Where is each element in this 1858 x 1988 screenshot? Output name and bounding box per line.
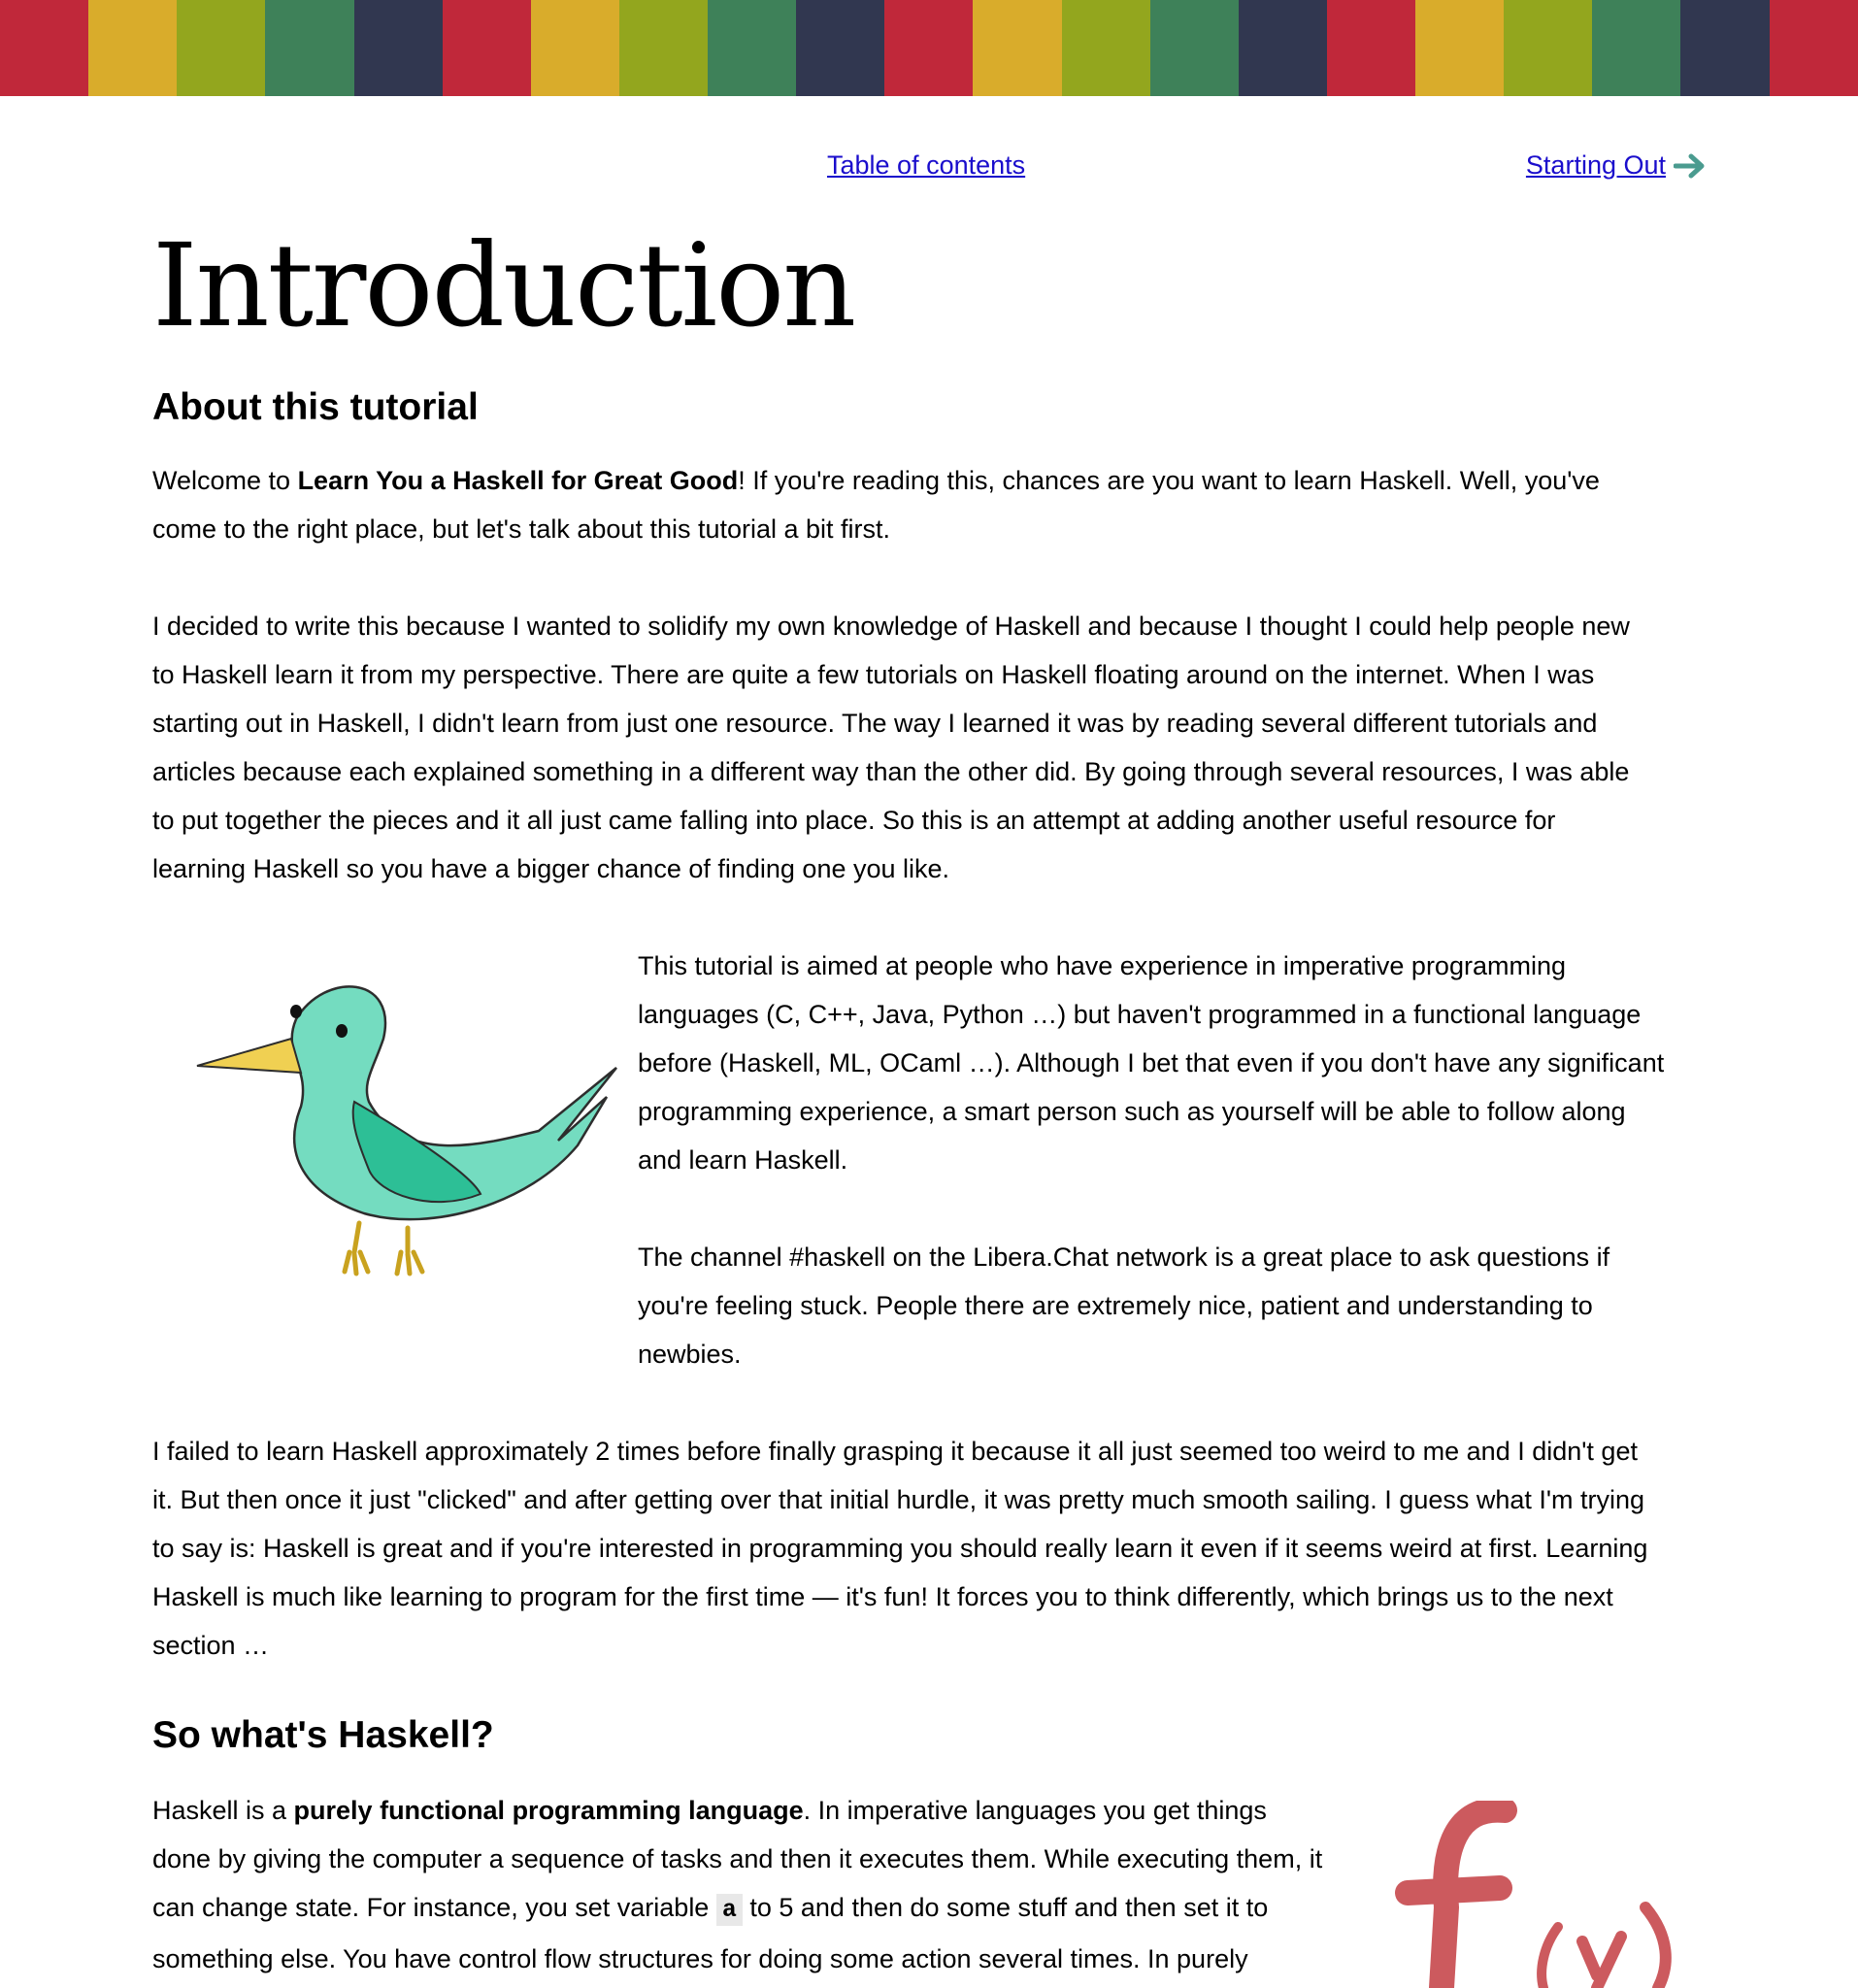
stripe-block — [0, 0, 89, 96]
text-line: languages (C, C++, Java, Python …) but h… — [638, 1000, 1642, 1029]
stripe-block — [796, 0, 885, 96]
welcome-text-cont: ! If you're reading this, chances are yo… — [738, 466, 1600, 495]
stripe-block — [1504, 0, 1593, 96]
book-title: Learn You a Haskell for Great Good — [297, 466, 739, 495]
text-line: I decided to write this because I wanted… — [152, 612, 1630, 641]
stripe-block — [88, 0, 178, 96]
text-line: . In imperative languages you get things — [803, 1796, 1267, 1825]
stripe-block — [1592, 0, 1681, 96]
stripe-block — [708, 0, 797, 96]
stripe-block — [177, 0, 266, 96]
text-line: The channel #haskell on the Libera.Chat … — [638, 1242, 1610, 1272]
stripe-block — [884, 0, 974, 96]
text-line: to put together the pieces and it all ju… — [152, 806, 1556, 835]
text-line: programming experience, a smart person s… — [638, 1097, 1626, 1126]
text-line: Haskell is a — [152, 1796, 294, 1825]
text-line: learning Haskell so you have a bigger ch… — [152, 854, 950, 883]
stripe-block — [442, 0, 531, 96]
color-stripe-banner — [0, 0, 1858, 96]
inline-code: a — [715, 1894, 743, 1926]
text-line: done by giving the computer a sequence o… — [152, 1844, 1323, 1873]
section-heading-whats-haskell: So what's Haskell? — [152, 1714, 494, 1756]
text-line: can change state. For instance, you set … — [152, 1893, 716, 1922]
text-line: to 5 and then do some stuff and then set… — [742, 1893, 1269, 1922]
next-chapter-link[interactable]: Starting Out — [1526, 150, 1666, 181]
stripe-block — [1326, 0, 1415, 96]
stripe-block — [618, 0, 708, 96]
stripe-block — [530, 0, 619, 96]
welcome-text-line2: come to the right place, but let's talk … — [152, 514, 891, 544]
bold-term: purely functional programming language — [293, 1796, 804, 1825]
text-line: to Haskell learn it from my perspective.… — [152, 660, 1595, 689]
text-line: articles because each explained somethin… — [152, 757, 1630, 786]
nav-table-of-contents[interactable]: Table of contents — [827, 150, 1025, 181]
text-line: This tutorial is aimed at people who hav… — [638, 951, 1566, 980]
section-heading-about: About this tutorial — [152, 386, 479, 428]
welcome-text: Welcome to — [152, 466, 298, 495]
page-title: Introduction — [152, 218, 856, 352]
stripe-block — [1769, 0, 1858, 96]
paragraph-motivation: I decided to write this because I wanted… — [152, 602, 1754, 893]
text-line: I failed to learn Haskell approximately … — [152, 1437, 1638, 1466]
text-line: to say is: Haskell is great and if you'r… — [152, 1534, 1648, 1563]
stripe-block — [1149, 0, 1239, 96]
text-line: something else. You have control flow st… — [152, 1944, 1248, 1973]
stripe-block — [1415, 0, 1505, 96]
stripe-block — [353, 0, 443, 96]
stripe-block — [265, 0, 354, 96]
paragraph-audience: This tutorial is aimed at people who hav… — [638, 942, 1706, 1184]
nav-next-chapter[interactable]: Starting Out — [1526, 150, 1707, 181]
right-arrow-icon[interactable] — [1674, 152, 1707, 180]
text-line: you're feeling stuck. People there are e… — [638, 1291, 1593, 1320]
text-line: newbies. — [638, 1340, 742, 1369]
text-line: starting out in Haskell, I didn't learn … — [152, 709, 1598, 738]
toc-link[interactable]: Table of contents — [827, 150, 1025, 180]
function-fx-illustration — [1395, 1801, 1672, 1988]
stripe-block — [1238, 0, 1327, 96]
text-line: section … — [152, 1631, 270, 1660]
paragraph-haskell-description: Haskell is a purely functional programmi… — [152, 1786, 1376, 1983]
stripe-block — [973, 0, 1062, 96]
paragraph-welcome: Welcome to Learn You a Haskell for Great… — [152, 456, 1706, 553]
stripe-block — [1680, 0, 1770, 96]
text-line: it. But then once it just "clicked" and … — [152, 1485, 1645, 1514]
text-line: before (Haskell, ML, OCaml …). Although … — [638, 1048, 1665, 1077]
text-line: and learn Haskell. — [638, 1145, 848, 1175]
paragraph-irc-channel: The channel #haskell on the Libera.Chat … — [638, 1233, 1706, 1378]
stripe-block — [1061, 0, 1150, 96]
paragraph-learning-experience: I failed to learn Haskell approximately … — [152, 1427, 1754, 1670]
text-line: Haskell is much like learning to program… — [152, 1582, 1613, 1611]
bird-illustration — [196, 985, 617, 1276]
